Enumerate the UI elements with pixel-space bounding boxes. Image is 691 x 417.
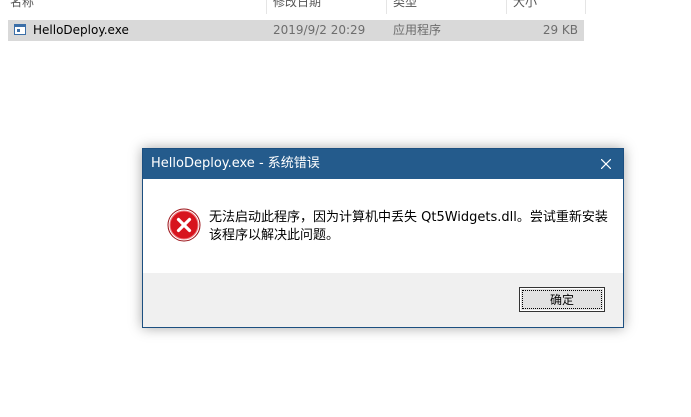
column-header-size[interactable]: 大小	[513, 0, 537, 12]
file-modified-date: 2019/9/2 20:29	[273, 23, 366, 37]
close-button[interactable]	[589, 149, 623, 179]
error-icon	[167, 208, 201, 242]
column-divider[interactable]	[386, 0, 387, 14]
system-error-dialog: HelloDeploy.exe - 系统错误 无法启动此程序，因为计算机中丢失 …	[142, 148, 624, 328]
column-divider[interactable]	[506, 0, 507, 14]
close-icon	[601, 159, 611, 169]
column-header-date[interactable]: 修改日期	[273, 0, 321, 12]
file-name: HelloDeploy.exe	[33, 23, 129, 37]
dialog-content: 无法启动此程序，因为计算机中丢失 Qt5Widgets.dll。尝试重新安装该程…	[143, 179, 623, 273]
error-message: 无法启动此程序，因为计算机中丢失 Qt5Widgets.dll。尝试重新安装该程…	[209, 210, 608, 243]
column-header-name[interactable]: 名称	[10, 0, 34, 12]
file-explorer-list: 名称 修改日期 类型 大小 HelloDeploy.exe 2019/9/2 2…	[0, 0, 691, 60]
file-row-hellodeploy[interactable]: HelloDeploy.exe 2019/9/2 20:29 应用程序 29 K…	[8, 20, 584, 41]
ok-button[interactable]: 确定	[519, 287, 605, 312]
column-divider[interactable]	[266, 0, 267, 14]
column-divider[interactable]	[585, 0, 586, 14]
column-header-type[interactable]: 类型	[393, 0, 417, 12]
dialog-titlebar[interactable]: HelloDeploy.exe - 系统错误	[143, 149, 623, 179]
file-size: 29 KB	[542, 23, 578, 37]
file-type: 应用程序	[393, 23, 442, 37]
exe-file-icon	[14, 24, 26, 35]
dialog-title: HelloDeploy.exe - 系统错误	[151, 156, 320, 171]
